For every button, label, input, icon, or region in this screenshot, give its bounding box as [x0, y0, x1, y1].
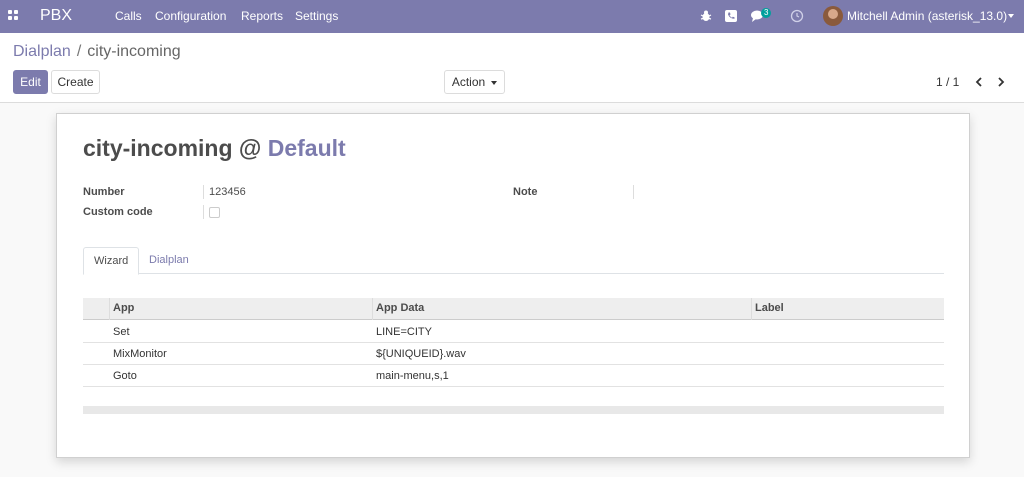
form-tabs: Wizard Dialplan: [83, 247, 944, 275]
breadcrumb-current: city-incoming: [87, 43, 181, 60]
cell-app-data: main-menu,s,1: [376, 370, 449, 382]
column-header-label[interactable]: Label: [755, 302, 784, 314]
breadcrumb-parent[interactable]: Dialplan: [13, 43, 71, 60]
custom-code-label: Custom code: [83, 206, 153, 218]
table-row[interactable]: Goto main-menu,s,1: [83, 365, 944, 387]
column-header-app-data[interactable]: App Data: [376, 302, 424, 314]
note-label: Note: [513, 186, 538, 198]
table-row[interactable]: Set LINE=CITY: [83, 321, 944, 343]
apps-menu-icon[interactable]: [8, 10, 19, 21]
column-divider: [751, 298, 752, 320]
breadcrumb-separator: /: [76, 43, 82, 60]
cell-app: Set: [113, 326, 130, 338]
cell-app: MixMonitor: [113, 348, 167, 360]
field-divider: [203, 205, 204, 219]
cell-app-data: ${UNIQUEID}.wav: [376, 348, 466, 360]
record-title: city-incoming @ Default: [83, 135, 346, 162]
record-title-at: @: [238, 135, 262, 161]
menu-calls[interactable]: Calls: [115, 9, 142, 23]
column-divider: [372, 298, 373, 320]
record-name: city-incoming: [83, 135, 233, 161]
record-context-link[interactable]: Default: [268, 135, 346, 161]
edit-button[interactable]: Edit: [13, 70, 48, 94]
menu-configuration[interactable]: Configuration: [155, 9, 226, 23]
table-header: App App Data Label: [83, 298, 944, 320]
control-panel: Dialplan / city-incoming Edit Create Actio…: [0, 33, 1024, 103]
pager-next-icon[interactable]: [996, 77, 1006, 87]
number-label: Number: [83, 186, 125, 198]
cell-app: Goto: [113, 370, 137, 382]
column-divider: [109, 298, 110, 320]
column-header-app[interactable]: App: [113, 302, 134, 314]
pager-value[interactable]: 1 / 1: [936, 75, 959, 89]
tab-dialplan[interactable]: Dialplan: [139, 247, 199, 274]
message-count-badge: 3: [761, 8, 772, 18]
pager-previous-icon[interactable]: [974, 77, 984, 87]
number-field[interactable]: 123456: [209, 186, 246, 198]
cell-app-data: LINE=CITY: [376, 326, 432, 338]
custom-code-checkbox[interactable]: [209, 207, 220, 218]
form-sheet: city-incoming @ Default Number 123456 Cu…: [56, 113, 970, 458]
breadcrumb: Dialplan / city-incoming: [13, 43, 181, 61]
phone-icon[interactable]: [724, 9, 738, 23]
field-divider: [633, 185, 634, 199]
action-label: Action: [451, 75, 486, 89]
menu-reports[interactable]: Reports: [241, 9, 283, 23]
bug-icon[interactable]: [699, 9, 713, 23]
app-brand[interactable]: PBX: [40, 7, 72, 25]
user-menu-caret-icon[interactable]: [1008, 14, 1014, 18]
menu-settings[interactable]: Settings: [295, 9, 338, 23]
user-avatar[interactable]: [823, 6, 843, 26]
top-navbar: PBX Calls Configuration Reports Settings…: [0, 0, 1024, 33]
field-divider: [203, 185, 204, 199]
create-button[interactable]: Create: [51, 70, 100, 94]
chevron-down-icon: [491, 80, 498, 85]
clock-icon[interactable]: [790, 9, 804, 23]
action-dropdown[interactable]: Action: [444, 70, 505, 94]
tab-wizard[interactable]: Wizard: [83, 247, 140, 275]
user-menu[interactable]: Mitchell Admin (asterisk_13.0): [847, 9, 1007, 23]
table-row[interactable]: MixMonitor ${UNIQUEID}.wav: [83, 343, 944, 365]
table-footer: [83, 406, 944, 414]
